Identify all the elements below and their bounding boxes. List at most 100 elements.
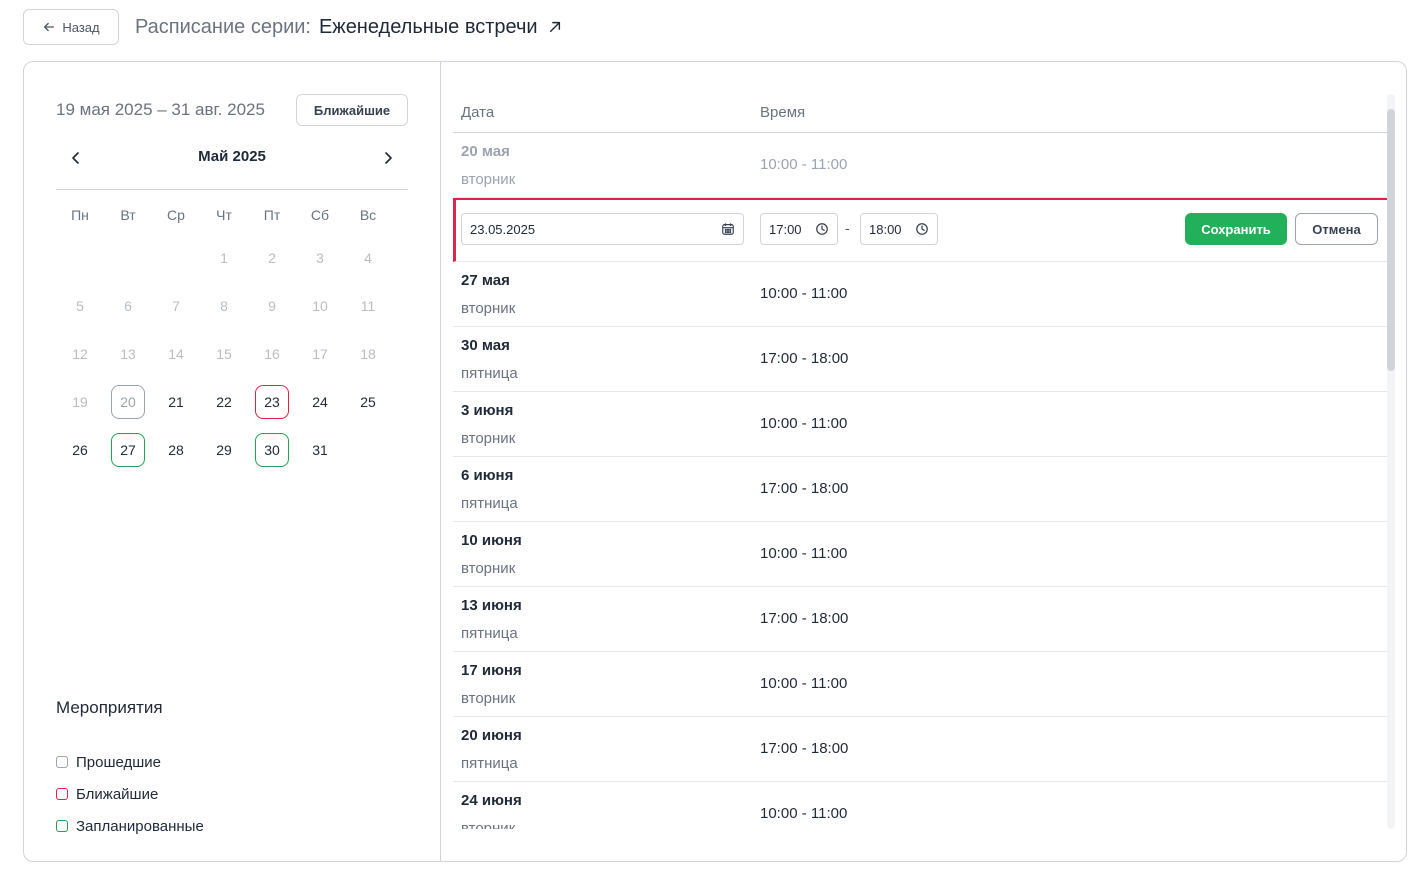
schedule-panel: Дата Время 20 мая вторник 10:00 - 11:00 … [442,62,1406,861]
row-time: 10:00 - 11:00 [760,156,848,173]
calendar-day-24[interactable]: 24 [303,385,337,419]
row-time: 10:00 - 11:00 [760,415,848,432]
calendar-day-30[interactable]: 30 [255,433,289,467]
calendar-cell: 9 [248,282,296,330]
calendar-day-10: 10 [312,298,328,314]
table-row[interactable]: 3 июня вторник 10:00 - 11:00 [453,392,1387,457]
row-weekday: вторник [461,300,516,317]
row-date: 20 мая [461,143,510,160]
calendar-cell: 20 [104,378,152,426]
arrow-up-right-icon[interactable] [548,20,562,34]
end-time-field[interactable]: 18:00 [860,213,938,245]
table-row[interactable]: 24 июня вторник 10:00 - 11:00 [453,782,1387,829]
calendar-cell: 31 [296,426,344,474]
calendar-header: Май 2025 [56,142,408,190]
calendar-day-8: 8 [220,298,228,314]
calendar-cell: 6 [104,282,152,330]
calendar-day-11: 11 [360,298,376,314]
table-row[interactable]: 17 июня вторник 10:00 - 11:00 [453,652,1387,717]
row-date: 3 июня [461,402,514,419]
calendar-cell: 22 [200,378,248,426]
row-weekday: пятница [461,625,518,642]
calendar-day-1: 1 [220,250,228,266]
calendar-day-2: 2 [268,250,276,266]
calendar-cell [104,234,152,282]
table-row[interactable]: 27 мая вторник 10:00 - 11:00 [453,262,1387,327]
calendar-cell [152,234,200,282]
calendar-cell: 13 [104,330,152,378]
calendar-day-7: 7 [172,298,180,314]
calendar-day-23[interactable]: 23 [255,385,289,419]
weekday-label: Вт [120,207,136,223]
clock-icon[interactable] [815,222,829,236]
legend-item-nearest: Ближайшие [56,778,204,810]
calendar-day-6: 6 [124,298,132,314]
start-time-field[interactable]: 17:00 [760,213,838,245]
calendar-cell: 16 [248,330,296,378]
calendar-cell: 30 [248,426,296,474]
row-time: 17:00 - 18:00 [760,480,849,497]
calendar-panel: 19 мая 2025 – 31 авг. 2025 Ближайшие Май… [24,62,441,861]
row-weekday: пятница [461,495,518,512]
calendar-day-5: 5 [76,298,84,314]
row-time: 17:00 - 18:00 [760,610,849,627]
calendar-icon[interactable] [721,222,735,236]
row-weekday: пятница [461,755,518,772]
row-date: 24 июня [461,792,522,809]
calendar-cell: 27 [104,426,152,474]
calendar-day-26[interactable]: 26 [63,433,97,467]
calendar-day-29[interactable]: 29 [207,433,241,467]
row-weekday: вторник [461,820,516,829]
column-header-time: Время [760,104,806,121]
legend-label: Ближайшие [76,785,159,803]
back-button[interactable]: Назад [23,9,119,45]
calendar-cell [56,234,104,282]
table-row[interactable]: 13 июня пятница 17:00 - 18:00 [453,587,1387,652]
calendar-cell: 2 [248,234,296,282]
calendar-day-22[interactable]: 22 [207,385,241,419]
legend-item-past: Прошедшие [56,746,204,778]
table-row[interactable]: 20 июня пятница 17:00 - 18:00 [453,717,1387,782]
weekday-label: Пт [263,207,281,223]
cancel-button[interactable]: Отмена [1295,213,1378,245]
table-row[interactable]: 6 июня пятница 17:00 - 18:00 [453,457,1387,522]
calendar-day-25[interactable]: 25 [351,385,385,419]
weekday-label: Вс [359,207,377,223]
arrow-left-icon [44,22,55,32]
calendar-day-27[interactable]: 27 [111,433,145,467]
calendar-day-28[interactable]: 28 [159,433,193,467]
scrollbar-thumb[interactable] [1387,109,1395,371]
table-row[interactable]: 10 июня вторник 10:00 - 11:00 [453,522,1387,587]
legend-label: Прошедшие [76,753,162,771]
calendar-cell: 25 [344,378,392,426]
calendar-cell: 4 [344,234,392,282]
row-date: 13 июня [461,597,522,614]
calendar-day-31[interactable]: 31 [303,433,337,467]
calendar-day-20[interactable]: 20 [111,385,145,419]
legend-item-planned: Запланированные [56,810,204,842]
row-time: 10:00 - 11:00 [760,545,848,562]
legend-swatch [56,788,68,800]
nearest-button[interactable]: Ближайшие [296,94,408,126]
calendar-day-16: 16 [264,346,280,362]
date-range: 19 мая 2025 – 31 авг. 2025 [56,100,265,119]
schedule-card: 19 мая 2025 – 31 авг. 2025 Ближайшие Май… [23,61,1407,862]
calendar-grid: 1 2 3 4 5 6 7 8 9 10 11 12 13 14 15 16 17 18 19 20 21 22 23 24 2… [56,234,392,474]
row-weekday: вторник [461,171,516,188]
scrollbar[interactable] [1387,94,1395,829]
row-date: 20 июня [461,727,522,744]
save-button[interactable]: Сохранить [1185,213,1287,245]
series-name: Еженедельные встречи [318,15,538,38]
clock-icon[interactable] [915,222,929,236]
date-field[interactable]: 23.05.2025 [461,213,744,245]
calendar-day-4: 4 [364,250,372,266]
legend-swatch [56,756,68,768]
row-weekday: вторник [461,560,516,577]
row-date: 17 июня [461,662,522,679]
table-row[interactable]: 30 мая пятница 17:00 - 18:00 [453,327,1387,392]
calendar-day-21[interactable]: 21 [159,385,193,419]
table-row-past[interactable]: 20 мая вторник 10:00 - 11:00 [453,133,1387,198]
next-month-button[interactable] [376,146,400,170]
row-time: 10:00 - 11:00 [760,285,848,302]
month-label: Май 2025 [198,148,266,165]
